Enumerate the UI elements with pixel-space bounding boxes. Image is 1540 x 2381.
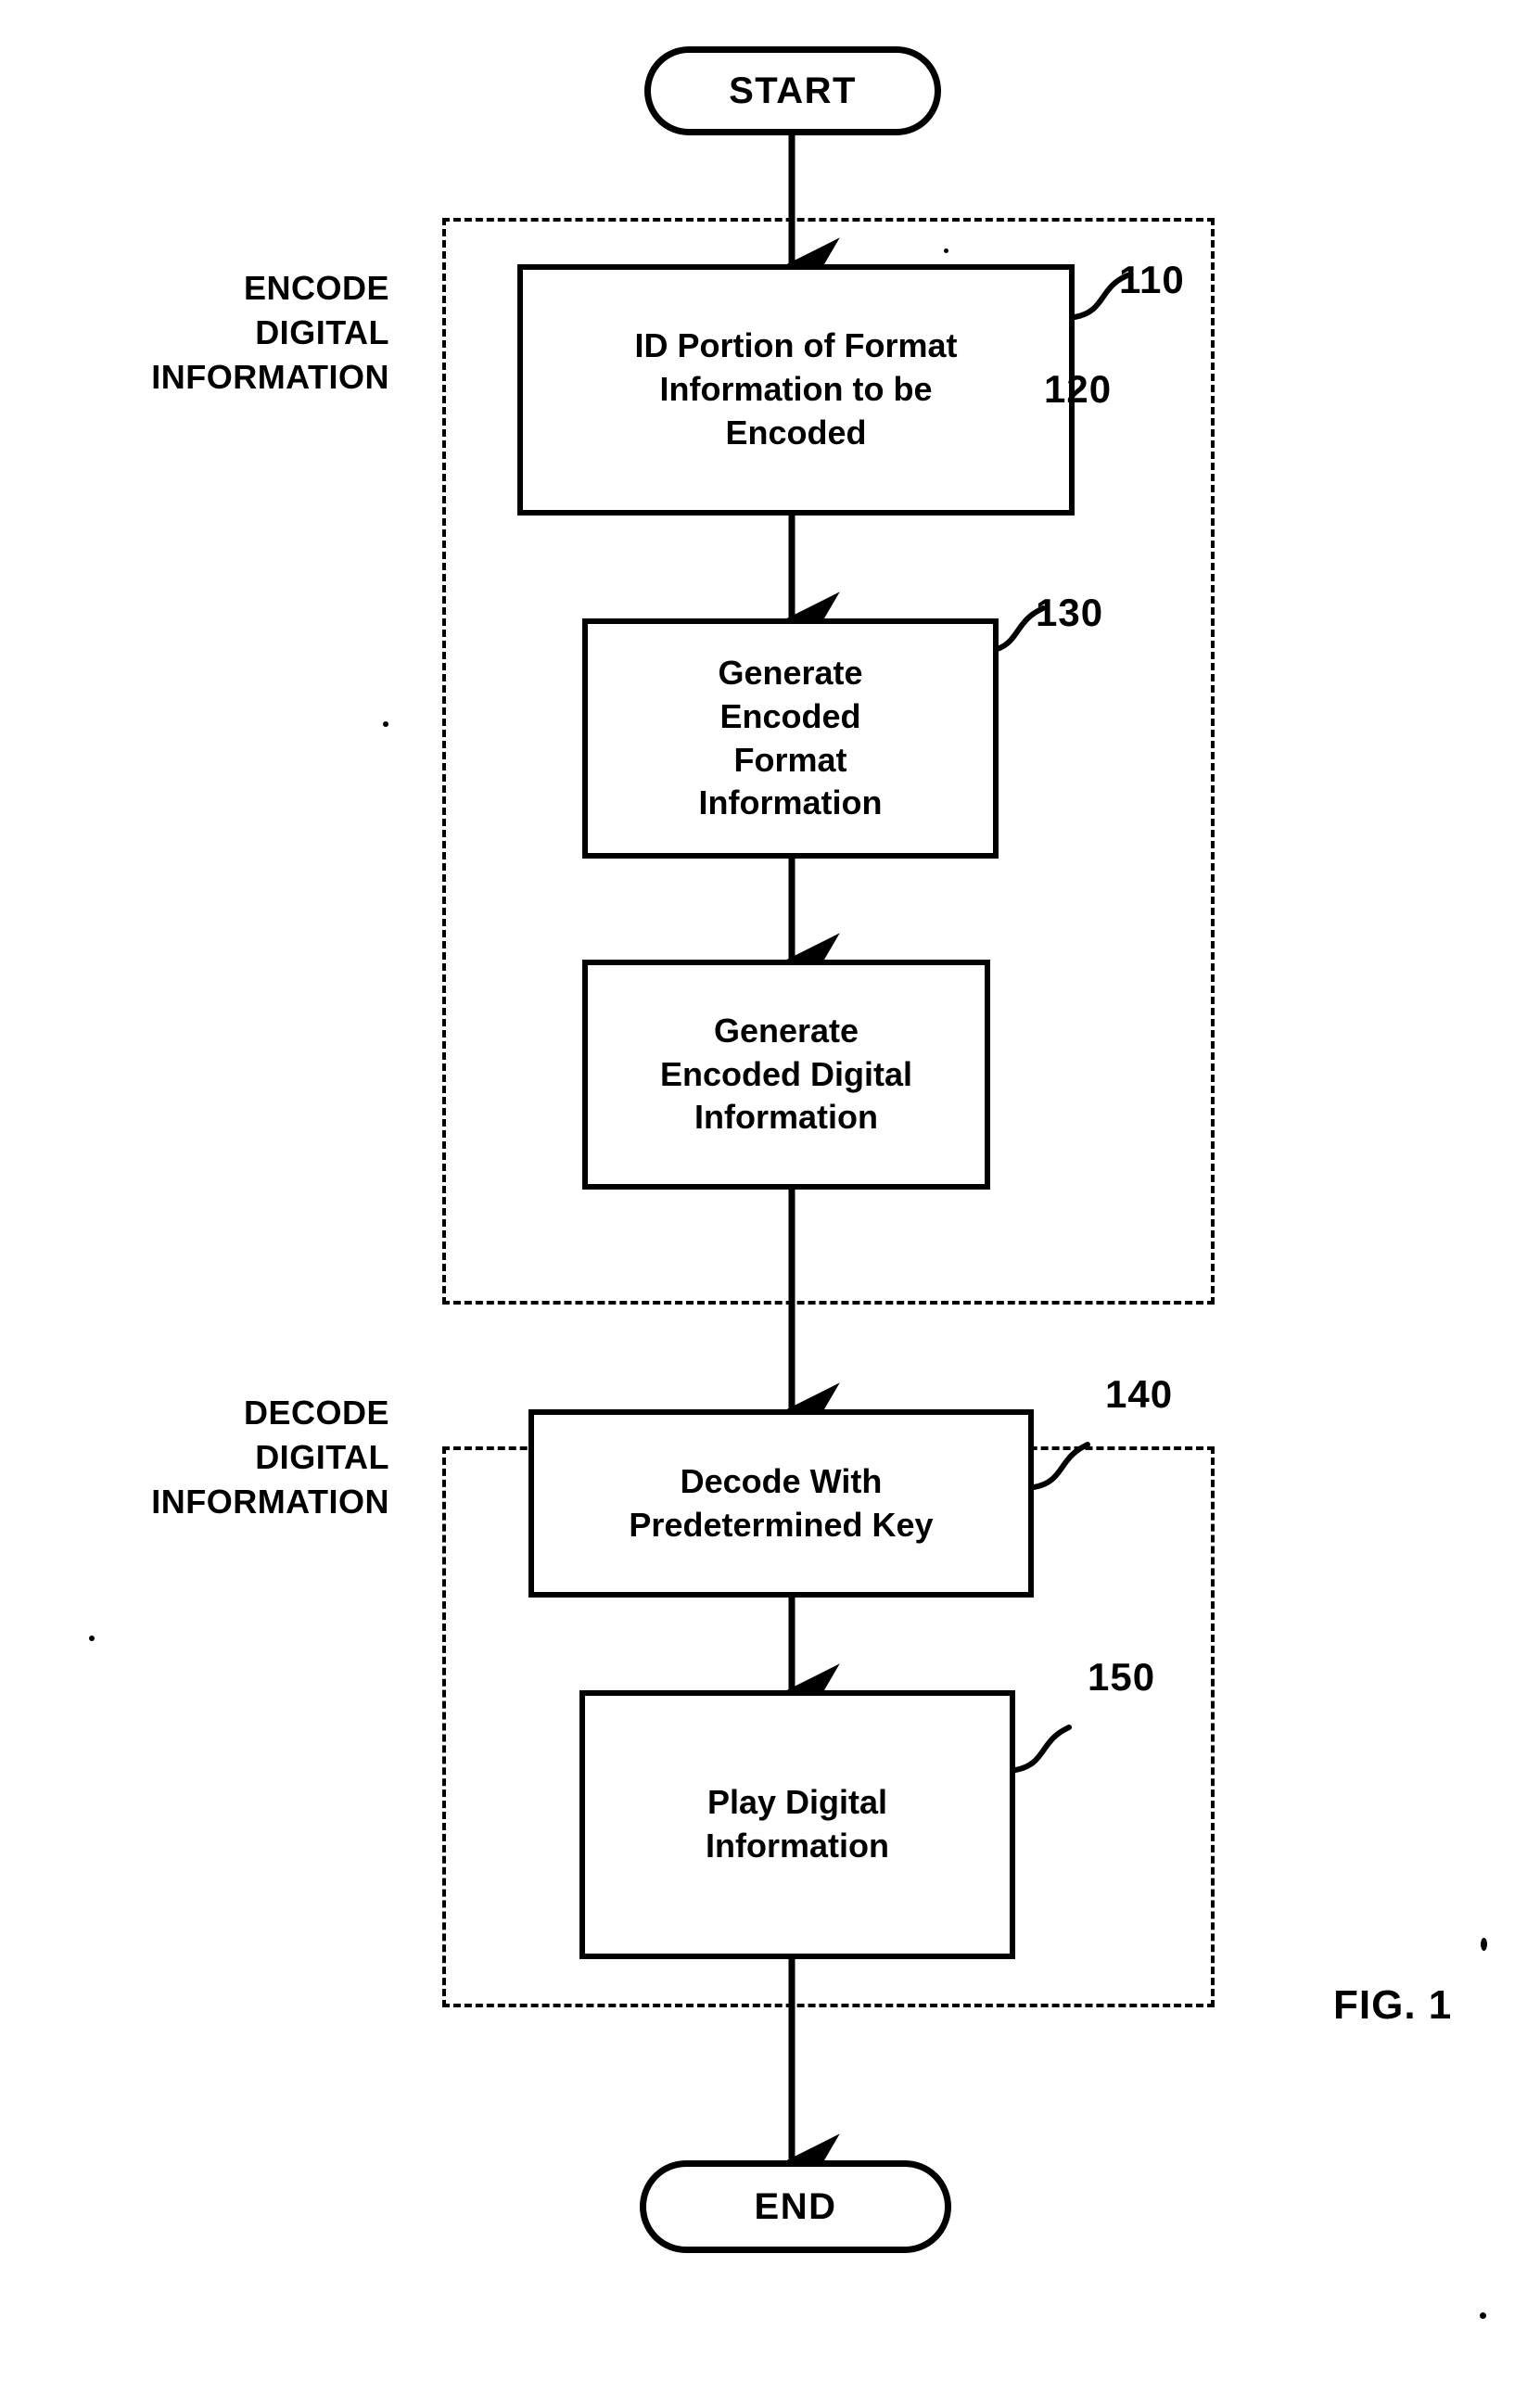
process-box-140-text: Decode With Predetermined Key [629,1461,934,1544]
process-box-120: Generate Encoded Format Information [582,618,999,859]
end-terminator: END [640,2160,951,2253]
reference-numeral-130: 130 [1036,591,1104,634]
reference-numeral-150: 150 [1088,1655,1156,1699]
decode-section-caption: DECODE DIGITAL INFORMATION [151,1394,389,1521]
scan-speckle [1480,2312,1486,2319]
start-terminator-label: START [729,70,857,111]
process-box-130-text: Generate Encoded Digital Information [659,1011,913,1137]
patent-figure-canvas: START ENCODE DIGITAL INFORMATION ID Port… [0,0,1540,2381]
process-box-140: Decode With Predetermined Key [528,1409,1034,1598]
process-box-110-text: ID Portion of Format Information to be E… [634,326,958,452]
encode-section-caption: ENCODE DIGITAL INFORMATION [151,269,389,396]
process-box-130: Generate Encoded Digital Information [582,960,990,1190]
reference-numeral-120: 120 [1044,367,1113,411]
start-terminator: START [644,46,941,135]
scan-speckle [383,721,388,727]
process-box-120-text: Generate Encoded Format Information [698,653,883,822]
scan-speckle [89,1636,95,1641]
end-terminator-label: END [754,2185,837,2227]
scan-speckle [1481,1938,1487,1951]
figure-caption: FIG. 1 [1333,1982,1453,2028]
process-box-150-text: Play Digital Information [706,1783,889,1865]
scan-speckle [944,248,948,253]
process-box-110: ID Portion of Format Information to be E… [517,264,1075,516]
reference-numeral-110: 110 [1119,258,1185,301]
process-box-150: Play Digital Information [579,1690,1015,1959]
reference-numeral-140: 140 [1105,1372,1174,1416]
